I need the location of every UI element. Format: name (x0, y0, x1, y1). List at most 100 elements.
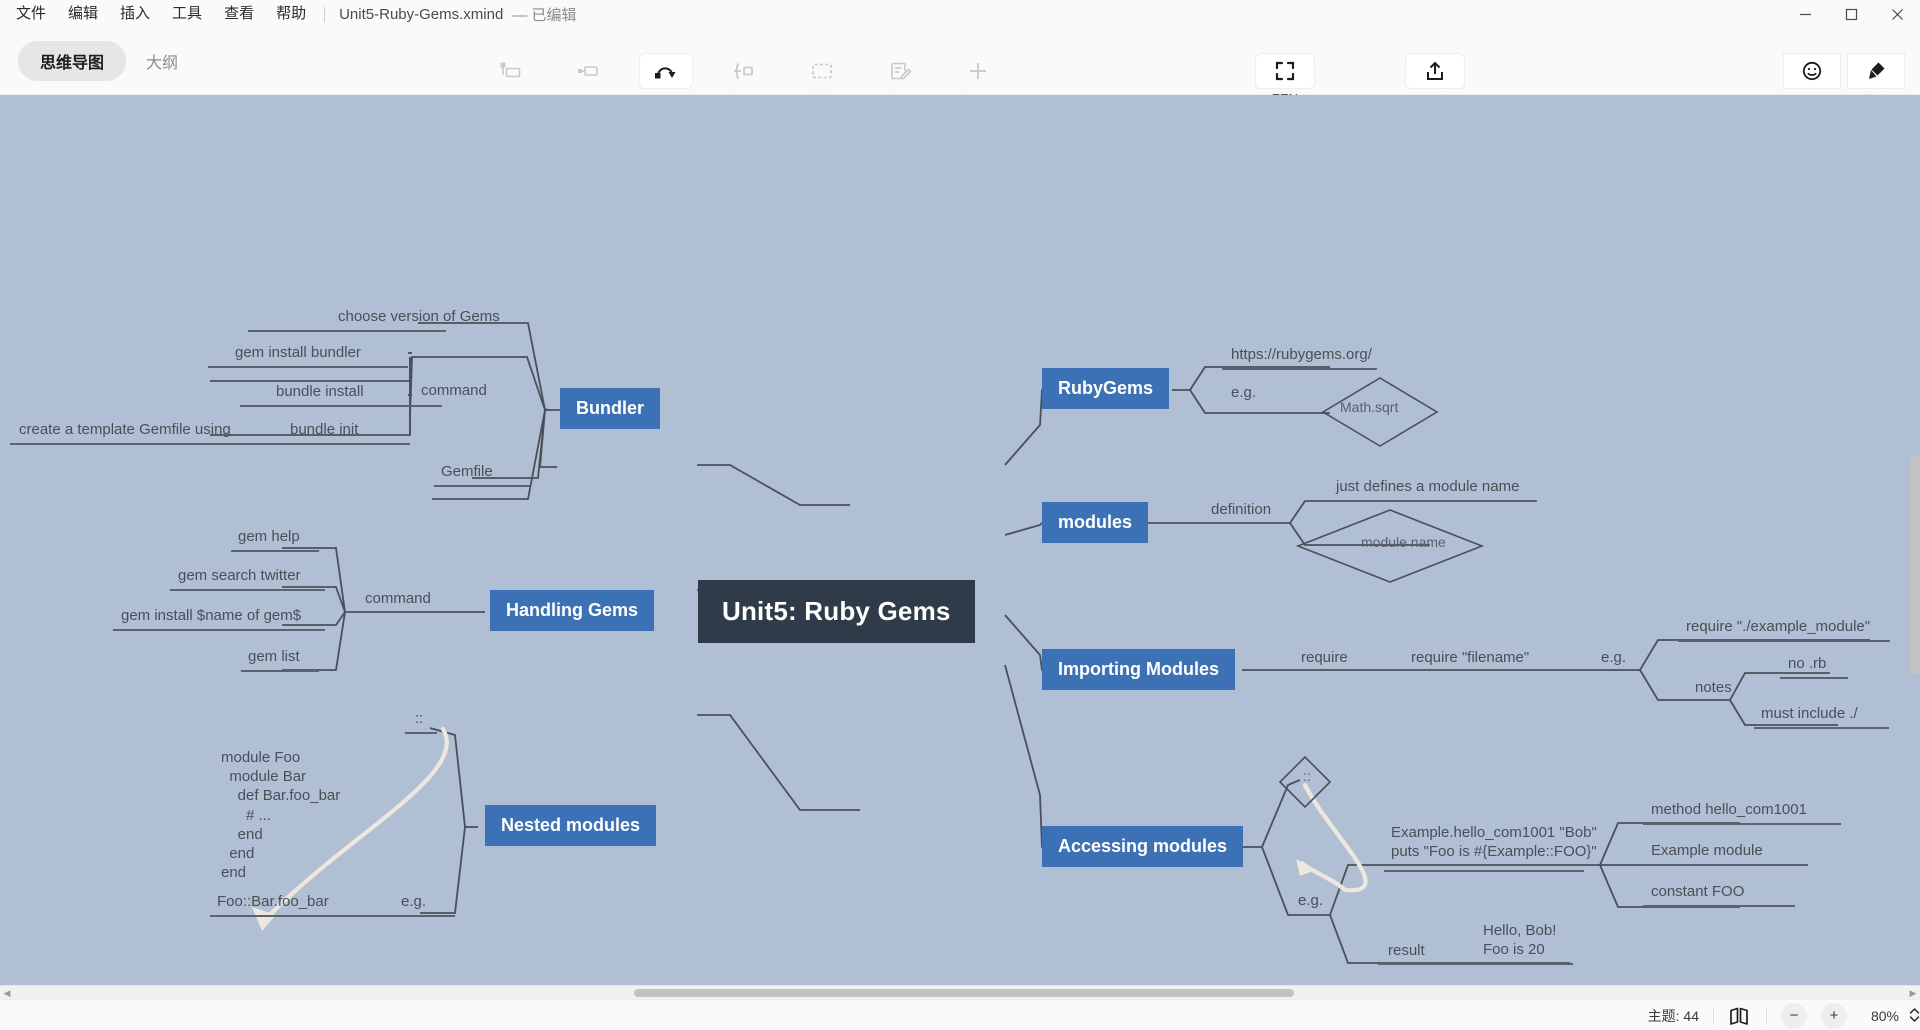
zoom-stepper-icon[interactable] (1909, 1006, 1920, 1026)
subtopic-rubygems-mathsqrt[interactable]: Math.sqrt (1337, 398, 1401, 416)
zoom-controls: − + 80% (1781, 1000, 1920, 1030)
zoom-level-value[interactable]: 80% (1847, 1008, 1899, 1024)
window-controls (1782, 0, 1920, 28)
subtopic-nested-call[interactable]: Foo::Bar.foo_bar (214, 891, 332, 912)
subtopic-accessing-scope-operator[interactable]: :: (1300, 767, 1314, 785)
menu-item-help[interactable]: 帮助 (276, 0, 306, 28)
status-divider (1766, 1006, 1767, 1025)
menu-item-file[interactable]: 文件 (16, 0, 46, 28)
subtopic-accessing-code-sample[interactable]: Example.hello_com1001 "Bob" puts "Foo is… (1388, 822, 1600, 862)
brush-icon (1848, 54, 1904, 88)
fullscreen-icon (1256, 54, 1314, 88)
node-underline (208, 366, 408, 368)
subtopic-handling-gem-search[interactable]: gem search twitter (175, 565, 304, 586)
boundary-icon (796, 54, 848, 88)
node-underline (248, 330, 446, 332)
subtopic-bundler-bundle-init[interactable]: bundle init (287, 419, 361, 440)
node-underline (210, 915, 455, 917)
subtopic-importing-require-filename[interactable]: require "filename" (1408, 647, 1532, 668)
subtopic-importing-require-example[interactable]: require "./example_module" (1683, 616, 1873, 637)
node-underline (10, 443, 410, 445)
subtopic-accessing-method[interactable]: method hello_com1001 (1648, 799, 1810, 820)
subtopic-nested-scope-operator[interactable]: :: (412, 708, 426, 729)
status-bar: 主题: 44 − + 80% (0, 999, 1920, 1030)
subtopic-modules-definition[interactable]: definition (1208, 499, 1274, 520)
xmind-application-window: 文件 编辑 插入 工具 查看 帮助 Unit5-Ruby-Gems.xmind … (0, 0, 1920, 1030)
title-bar: 文件 编辑 插入 工具 查看 帮助 Unit5-Ruby-Gems.xmind … (0, 0, 1920, 28)
subtopic-bundler-choose-version[interactable]: choose version of Gems (335, 306, 503, 327)
subtopic-bundler-create-template[interactable]: create a template Gemfile using (16, 419, 234, 440)
subtopic-rubygems-url[interactable]: https://rubygems.org/ (1228, 344, 1375, 365)
subtopic-accessing-constant[interactable]: constant FOO (1648, 881, 1747, 902)
document-edited-state: — 已编辑 (512, 6, 577, 24)
node-underline (241, 670, 319, 672)
subtopic-icon (562, 54, 614, 88)
zoom-out-button[interactable]: − (1781, 1002, 1807, 1029)
zoom-in-button[interactable]: + (1821, 1002, 1847, 1029)
subtopic-nested-eg[interactable]: e.g. (398, 891, 429, 912)
main-topic-importing-modules[interactable]: Importing Modules (1042, 649, 1235, 690)
vertical-scrollbar-thumb[interactable] (1910, 455, 1920, 675)
subtopic-accessing-result[interactable]: result (1385, 940, 1428, 961)
tab-mindmap[interactable]: 思维导图 (18, 41, 127, 81)
horizontal-scrollbar[interactable]: ◀ ▶ (0, 985, 1920, 1000)
node-underline (1643, 905, 1795, 907)
main-topic-accessing-modules[interactable]: Accessing modules (1042, 826, 1244, 867)
node-underline (1378, 963, 1573, 965)
menu-item-edit[interactable]: 编辑 (68, 0, 98, 28)
subtopic-rubygems-eg[interactable]: e.g. (1228, 382, 1259, 403)
close-button[interactable] (1874, 0, 1920, 28)
relationship-icon (640, 54, 692, 88)
main-topic-handling-gems[interactable]: Handling Gems (490, 590, 655, 631)
node-underline (405, 732, 437, 734)
subtopic-modules-module-name[interactable]: module name (1358, 533, 1449, 551)
node-underline (1754, 727, 1889, 729)
node-underline (1327, 500, 1537, 502)
subtopic-accessing-example-module[interactable]: Example module (1648, 840, 1766, 861)
horizontal-scrollbar-thumb[interactable] (634, 989, 1294, 997)
subtopic-handling-gem-install[interactable]: gem install $name of gem$ (118, 605, 304, 626)
subtopic-modules-just-defines[interactable]: just defines a module name (1333, 476, 1522, 497)
subtopic-bundler-command[interactable]: command (418, 380, 490, 401)
maximize-button[interactable] (1828, 0, 1874, 28)
menu-item-view[interactable]: 查看 (224, 0, 254, 28)
main-topic-nested-modules[interactable]: Nested modules (485, 805, 657, 846)
subtopic-handling-command[interactable]: command (362, 588, 434, 609)
menu-item-tools[interactable]: 工具 (172, 0, 202, 28)
central-topic[interactable]: Unit5: Ruby Gems (698, 580, 975, 643)
subtopic-handling-gem-help[interactable]: gem help (235, 526, 303, 547)
main-topic-modules[interactable]: modules (1042, 502, 1149, 543)
subtopic-bundler-gem-install-bundler[interactable]: gem install bundler (232, 342, 364, 363)
node-underline (1643, 823, 1841, 825)
node-underline (170, 589, 325, 591)
subtopic-importing-no-rb[interactable]: no .rb (1785, 653, 1829, 674)
node-underline (1222, 368, 1377, 370)
horizontal-scroll-track[interactable] (14, 986, 1906, 1000)
subtopic-nested-code-sample[interactable]: module Foo module Bar def Bar.foo_bar # … (218, 747, 343, 883)
subtopic-accessing-output[interactable]: Hello, Bob! Foo is 20 (1480, 920, 1559, 960)
main-topic-rubygems[interactable]: RubyGems (1042, 368, 1170, 409)
minimize-button[interactable] (1782, 0, 1828, 28)
main-topic-bundler[interactable]: Bundler (560, 388, 661, 429)
status-divider (1713, 1006, 1714, 1025)
subtopic-bundler-gemfile[interactable]: Gemfile (438, 461, 496, 482)
scroll-right-arrow[interactable]: ▶ (1906, 988, 1920, 999)
subtopic-bundler-bundle-install[interactable]: bundle install (273, 381, 367, 402)
subtopic-importing-require[interactable]: require (1298, 647, 1351, 668)
mindmap-canvas[interactable]: Unit5: Ruby Gems Bundler Handling Gems N… (0, 95, 1920, 985)
subtopic-importing-notes[interactable]: notes (1692, 677, 1735, 698)
scroll-left-arrow[interactable]: ◀ (0, 988, 14, 999)
menu-item-insert[interactable]: 插入 (120, 0, 150, 28)
smiley-icon (1784, 54, 1840, 88)
node-underline (1678, 640, 1890, 642)
tab-outline[interactable]: 大纲 (132, 41, 192, 81)
mindmap-content: Unit5: Ruby Gems Bundler Handling Gems N… (0, 95, 1920, 985)
subtopic-accessing-eg[interactable]: e.g. (1295, 890, 1326, 911)
node-underline (113, 629, 325, 631)
subtopic-importing-eg[interactable]: e.g. (1598, 647, 1629, 668)
share-icon (1406, 54, 1464, 88)
map-overview-button[interactable] (1728, 1000, 1752, 1030)
subtopic-handling-gem-list[interactable]: gem list (245, 646, 303, 667)
subtopic-importing-must-include[interactable]: must include ./ (1758, 703, 1861, 724)
main-toolbar: 思维导图 大纲 主题 (0, 28, 1920, 109)
